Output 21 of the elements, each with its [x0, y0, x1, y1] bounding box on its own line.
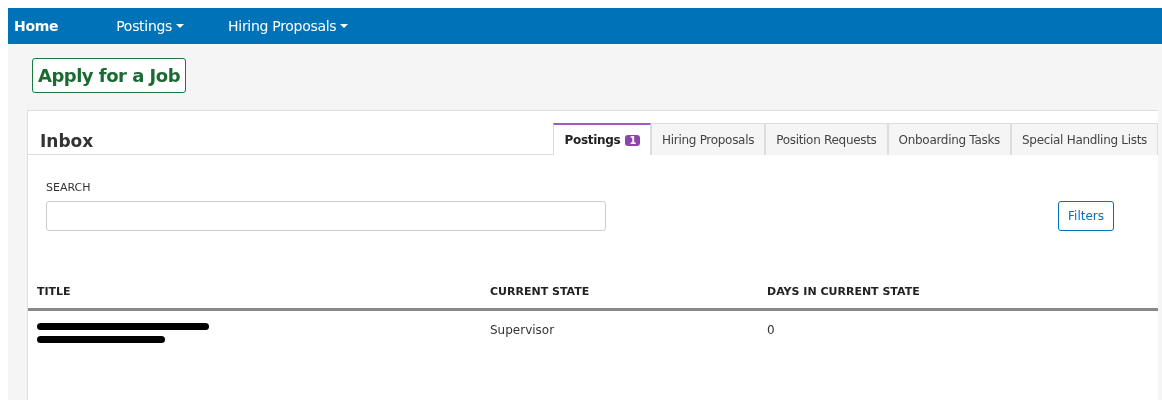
- nav-link[interactable]: Postings: [110, 18, 185, 34]
- tab[interactable]: Position Requests: [765, 123, 888, 155]
- column-header: DAYS IN CURRENT STATE: [758, 285, 1158, 310]
- table-cell: Supervisor: [490, 323, 555, 337]
- tab[interactable]: Onboarding Tasks: [887, 123, 1011, 155]
- nav-link[interactable]: Home: [8, 18, 59, 34]
- tab[interactable]: Special Handling Lists: [1011, 123, 1158, 155]
- column-header: CURRENT STATE: [481, 285, 758, 310]
- apply-button[interactable]: Apply for a Job: [32, 58, 187, 93]
- nav-link[interactable]: Hiring Proposals: [222, 18, 349, 34]
- panel-title: Inbox: [39, 131, 94, 153]
- search-label: SEARCH: [46, 181, 92, 194]
- filters-button[interactable]: Filters: [1058, 201, 1114, 231]
- column-header: TITLE: [28, 285, 481, 310]
- caret-icon: [340, 24, 349, 28]
- count-badge: 1: [625, 135, 641, 146]
- caret-icon: [176, 24, 185, 28]
- search-field[interactable]: [46, 201, 606, 231]
- table-cell: 0: [767, 323, 775, 337]
- tab[interactable]: Hiring Proposals: [651, 123, 766, 155]
- tab[interactable]: Postings 1: [553, 123, 652, 155]
